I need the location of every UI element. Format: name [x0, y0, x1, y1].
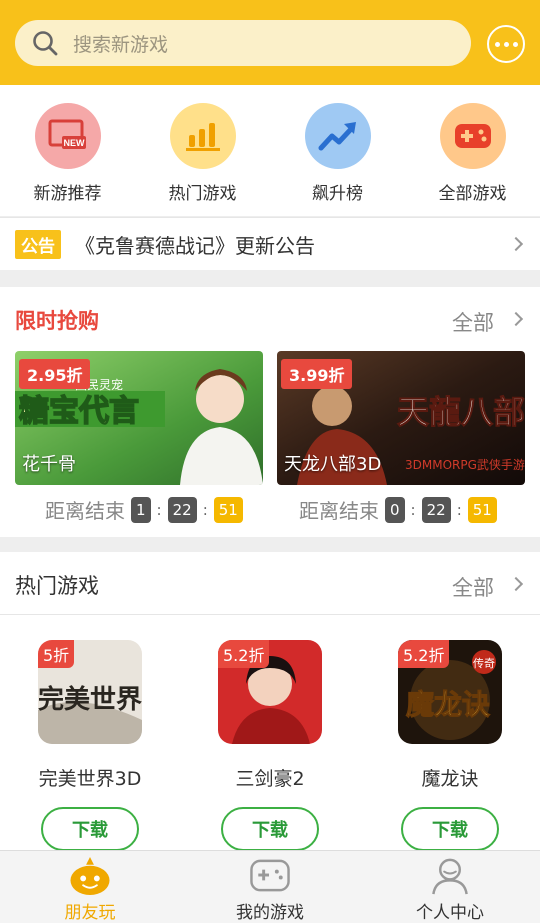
category-label: 飙升榜 — [312, 184, 363, 204]
notice-bar[interactable]: 公告 《克鲁赛德战记》更新公告 — [0, 217, 540, 270]
game-icon[interactable]: 魔龙诀 传奇 5.2折 — [398, 640, 502, 744]
category-all-games[interactable]: 全部游戏 — [405, 85, 540, 216]
flash-sale-section: 限时抢购 全部 糖宝代言 国民灵宠 2.95折 花千骨 距离结束 1 : 22 … — [0, 287, 540, 537]
countdown-label: 距离结束 — [45, 499, 125, 523]
search-input[interactable]: 搜索新游戏 — [15, 20, 471, 66]
discount-badge: 2.95折 — [19, 359, 91, 389]
separator: : — [410, 500, 416, 519]
more-icon-dot — [512, 41, 518, 47]
tab-label: 个人中心 — [416, 903, 484, 923]
category-label: 新游推荐 — [33, 184, 102, 204]
bottom-tab-bar: 朋友玩 我的游戏 个人中心 — [0, 850, 540, 923]
separator: : — [456, 500, 462, 519]
discount-badge: 5.2折 — [218, 640, 270, 668]
game-name: 完美世界3D — [38, 768, 142, 790]
search-placeholder: 搜索新游戏 — [73, 33, 169, 56]
gamepad-icon — [439, 103, 506, 169]
countdown-timer: 距离结束 0 : 22 : 51 — [299, 495, 499, 524]
section-header: 热门游戏 全部 — [0, 552, 540, 615]
gamepad-icon — [250, 859, 290, 892]
discount-badge: 3.99折 — [281, 359, 353, 389]
svg-text:NEW: NEW — [63, 138, 85, 148]
chevron-right-icon[interactable] — [508, 311, 524, 327]
svg-text:魔龙诀: 魔龙诀 — [406, 688, 490, 721]
top-bar: 搜索新游戏 — [0, 0, 540, 85]
section-title: 热门游戏 — [15, 574, 99, 598]
discount-badge: 5折 — [38, 640, 75, 668]
flash-sale-banner[interactable]: 糖宝代言 国民灵宠 2.95折 花千骨 — [15, 351, 263, 485]
download-button[interactable]: 下载 — [41, 807, 139, 851]
user-icon — [432, 858, 468, 895]
download-button[interactable]: 下载 — [401, 807, 499, 851]
search-icon — [33, 31, 58, 56]
game-card[interactable]: 5.2折 三剑豪2 下载 — [180, 640, 360, 851]
category-rising[interactable]: 飙升榜 — [270, 85, 405, 216]
game-name: 花千骨 — [22, 454, 76, 475]
svg-text:天龍八部: 天龍八部 — [397, 393, 525, 431]
view-all-link[interactable]: 全部 — [452, 572, 494, 602]
flash-sale-banner[interactable]: 天龍八部 3DMMORPG武侠手游 3.99折 天龙八部3D — [277, 351, 525, 485]
notice-text: 《克鲁赛德战记》更新公告 — [75, 233, 315, 258]
countdown-hours: 1 — [131, 496, 151, 523]
svg-text:3DMMORPG武侠手游: 3DMMORPG武侠手游 — [405, 458, 525, 472]
svg-text:完美世界: 完美世界 — [38, 684, 142, 715]
more-icon — [494, 41, 500, 47]
svg-text:传奇: 传奇 — [473, 657, 495, 670]
view-all-link[interactable]: 全部 — [452, 307, 494, 337]
game-name: 三剑豪2 — [235, 768, 305, 790]
trend-up-icon — [304, 103, 371, 169]
tab-friends-play[interactable]: 朋友玩 — [0, 851, 180, 923]
category-hot-games[interactable]: 热门游戏 — [135, 85, 270, 216]
game-icon[interactable]: 完美世界 5折 — [38, 640, 142, 744]
game-name: 魔龙诀 — [421, 768, 479, 790]
category-label: 全部游戏 — [438, 184, 507, 204]
separator: : — [156, 500, 162, 519]
countdown-minutes: 22 — [167, 496, 197, 523]
countdown-minutes: 22 — [421, 496, 451, 523]
countdown-hours: 0 — [385, 496, 405, 523]
section-title: 限时抢购 — [15, 309, 99, 333]
tab-my-games[interactable]: 我的游戏 — [180, 851, 360, 923]
friends-play-icon — [70, 856, 110, 896]
game-card[interactable]: 完美世界 5折 完美世界3D 下载 — [0, 640, 180, 851]
countdown-timer: 距离结束 1 : 22 : 51 — [45, 495, 245, 524]
countdown-seconds: 51 — [467, 496, 497, 523]
category-new-games[interactable]: NEW 新游推荐 — [0, 85, 135, 216]
svg-text:糖宝代言: 糖宝代言 — [19, 394, 139, 429]
tab-label: 我的游戏 — [236, 903, 304, 923]
hot-games-section: 热门游戏 全部 完美世界 5折 完美世界3D 下载 5.2折 三剑豪2 下载 魔… — [0, 552, 540, 851]
notice-tag: 公告 — [15, 229, 61, 259]
discount-badge: 5.2折 — [398, 640, 450, 668]
category-label: 热门游戏 — [168, 184, 237, 204]
tab-label: 朋友玩 — [64, 903, 116, 923]
bar-chart-icon — [169, 103, 236, 169]
more-icon-dot — [503, 41, 509, 47]
new-games-icon: NEW — [34, 103, 101, 169]
separator: : — [202, 500, 208, 519]
download-button[interactable]: 下载 — [221, 807, 319, 851]
more-button[interactable] — [487, 25, 525, 63]
tab-profile[interactable]: 个人中心 — [360, 851, 540, 923]
countdown-label: 距离结束 — [299, 499, 379, 523]
game-card[interactable]: 魔龙诀 传奇 5.2折 魔龙诀 下载 — [360, 640, 540, 851]
game-name: 天龙八部3D — [284, 454, 382, 475]
category-row: NEW 新游推荐 热门游戏 飙升榜 全部游戏 — [0, 85, 540, 216]
chevron-right-icon[interactable] — [508, 576, 524, 592]
countdown-seconds: 51 — [213, 496, 243, 523]
chevron-right-icon — [508, 236, 524, 252]
game-icon[interactable]: 5.2折 — [218, 640, 322, 744]
